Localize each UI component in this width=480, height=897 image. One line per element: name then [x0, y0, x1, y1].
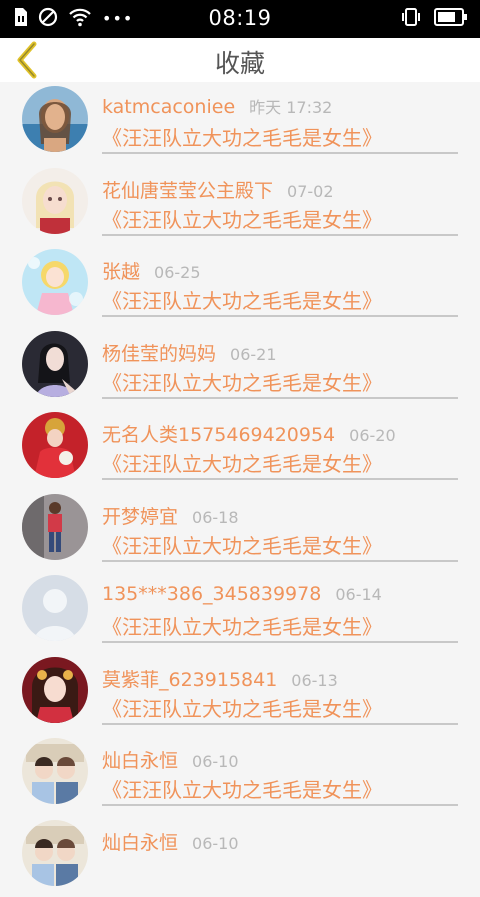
timestamp: 06-25	[154, 263, 201, 282]
avatar[interactable]	[22, 249, 88, 315]
timestamp: 06-10	[192, 752, 239, 771]
timestamp: 06-10	[192, 834, 239, 853]
list-item[interactable]: 灿白永恒 06-10 《汪汪队立大功之毛毛是女生》	[0, 734, 480, 816]
status-icons-right	[400, 8, 468, 30]
favorite-meta: 无名人类1575469420954 06-20	[102, 420, 396, 447]
divider	[102, 641, 458, 643]
work-title[interactable]: 《汪汪队立大功之毛毛是女生》	[102, 611, 382, 640]
username[interactable]: 灿白永恒	[102, 832, 178, 854]
timestamp: 06-14	[335, 585, 382, 604]
divider	[102, 723, 458, 725]
work-title[interactable]: 《汪汪队立大功之毛毛是女生》	[102, 530, 382, 559]
username[interactable]: 开梦婷宜	[102, 506, 178, 528]
timestamp: 07-02	[287, 182, 334, 201]
list-item[interactable]: 花仙唐莹莹公主殿下 07-02 《汪汪队立大功之毛毛是女生》	[0, 164, 480, 246]
list-item[interactable]: 无名人类1575469420954 06-20 《汪汪队立大功之毛毛是女生》	[0, 408, 480, 490]
username[interactable]: 莫紫菲_623915841	[102, 669, 277, 691]
avatar[interactable]	[22, 575, 88, 641]
avatar[interactable]	[22, 820, 88, 886]
work-title[interactable]: 《汪汪队立大功之毛毛是女生》	[102, 122, 382, 151]
username[interactable]: 灿白永恒	[102, 750, 178, 772]
username[interactable]: 张越	[102, 261, 140, 283]
favorites-list: katmcaconiee 昨天 17:32 《汪汪队立大功之毛毛是女生》 花仙唐莹…	[0, 82, 480, 897]
title-bar: 收藏	[0, 38, 480, 82]
username[interactable]: katmcaconiee	[102, 96, 235, 118]
divider	[102, 560, 458, 562]
work-title[interactable]: 《汪汪队立大功之毛毛是女生》	[102, 774, 382, 803]
divider	[102, 804, 458, 806]
avatar[interactable]	[22, 168, 88, 234]
divider	[102, 478, 458, 480]
favorite-meta: 灿白永恒 06-10	[102, 746, 239, 773]
username[interactable]: 花仙唐莹莹公主殿下	[102, 180, 273, 202]
divider	[102, 152, 458, 154]
work-title[interactable]: 《汪汪队立大功之毛毛是女生》	[102, 204, 382, 233]
list-item[interactable]: 杨佳莹的妈妈 06-21 《汪汪队立大功之毛毛是女生》	[0, 327, 480, 409]
list-item[interactable]: 135***386_345839978 06-14 《汪汪队立大功之毛毛是女生》	[0, 571, 480, 653]
favorite-meta: 杨佳莹的妈妈 06-21	[102, 339, 277, 366]
list-item[interactable]: 开梦婷宜 06-18 《汪汪队立大功之毛毛是女生》	[0, 490, 480, 572]
avatar[interactable]	[22, 657, 88, 723]
username[interactable]: 135***386_345839978	[102, 583, 321, 605]
list-item[interactable]: 莫紫菲_623915841 06-13 《汪汪队立大功之毛毛是女生》	[0, 653, 480, 735]
favorite-meta: 莫紫菲_623915841 06-13	[102, 665, 338, 692]
timestamp: 06-13	[291, 671, 338, 690]
favorite-meta: katmcaconiee 昨天 17:32	[102, 94, 332, 118]
avatar[interactable]	[22, 412, 88, 478]
divider	[102, 234, 458, 236]
timestamp: 昨天 17:32	[249, 98, 332, 117]
favorite-meta: 张越 06-25	[102, 257, 201, 284]
default-user-icon	[22, 575, 88, 641]
battery-icon	[434, 8, 468, 30]
status-bar: ••• 08:19	[0, 0, 480, 38]
avatar[interactable]	[22, 494, 88, 560]
divider	[102, 315, 458, 317]
avatar[interactable]	[22, 331, 88, 397]
favorite-meta: 花仙唐莹莹公主殿下 07-02	[102, 176, 334, 203]
favorite-meta: 灿白永恒 06-10	[102, 828, 239, 855]
vibrate-icon	[400, 7, 422, 31]
list-item[interactable]: 灿白永恒 06-10	[0, 816, 480, 897]
username[interactable]: 杨佳莹的妈妈	[102, 343, 216, 365]
timestamp: 06-18	[192, 508, 239, 527]
page-title: 收藏	[0, 44, 480, 80]
divider	[102, 397, 458, 399]
work-title[interactable]: 《汪汪队立大功之毛毛是女生》	[102, 367, 382, 396]
username[interactable]: 无名人类1575469420954	[102, 424, 335, 446]
work-title[interactable]: 《汪汪队立大功之毛毛是女生》	[102, 693, 382, 722]
timestamp: 06-21	[230, 345, 277, 364]
list-item[interactable]: 张越 06-25 《汪汪队立大功之毛毛是女生》	[0, 245, 480, 327]
list-item[interactable]: katmcaconiee 昨天 17:32 《汪汪队立大功之毛毛是女生》	[0, 82, 480, 164]
timestamp: 06-20	[349, 426, 396, 445]
work-title[interactable]: 《汪汪队立大功之毛毛是女生》	[102, 285, 382, 314]
favorite-meta: 开梦婷宜 06-18	[102, 502, 239, 529]
work-title[interactable]: 《汪汪队立大功之毛毛是女生》	[102, 448, 382, 477]
favorite-meta: 135***386_345839978 06-14	[102, 583, 382, 605]
avatar[interactable]	[22, 738, 88, 804]
avatar[interactable]	[22, 86, 88, 152]
